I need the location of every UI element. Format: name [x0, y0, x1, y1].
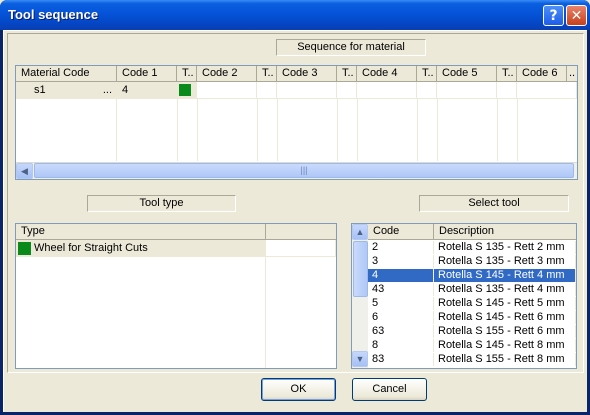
col-header-code-3[interactable]: Code 3 [277, 66, 337, 82]
col-header-type-empty [266, 224, 336, 240]
select-tool-label: Select tool [419, 195, 569, 212]
tool-type-cell[interactable]: Wheel for Straight Cuts [16, 240, 266, 257]
tool-row[interactable]: 4 Rotella S 145 - Rett 4 mm [368, 268, 576, 283]
tool-row[interactable]: 3 Rotella S 135 - Rett 3 mm [368, 255, 576, 268]
tool-row[interactable]: 6 Rotella S 145 - Rett 6 mm [368, 311, 576, 324]
col-header-code[interactable]: Code [368, 224, 434, 240]
tool-code-cell: 5 [368, 297, 434, 310]
cancel-button[interactable]: Cancel [352, 378, 427, 401]
tool-description-cell: Rotella S 145 - Rett 4 mm [433, 268, 576, 283]
tool-description-cell: Rotella S 155 - Rett 6 mm [434, 325, 576, 338]
code-6-cell[interactable] [517, 82, 577, 99]
scroll-up-icon[interactable]: ▲ [352, 224, 368, 240]
col-header-code-6[interactable]: Code 6 [517, 66, 567, 82]
tool-grid-vscrollbar[interactable]: ▲ ▼ [352, 224, 368, 368]
col-header-overflow: .. [567, 66, 577, 82]
tool-description-cell: Rotella S 135 - Rett 3 mm [434, 255, 576, 268]
tool-row[interactable]: 83 Rotella S 155 - Rett 8 mm [368, 353, 576, 366]
material-ellipsis[interactable]: ... [103, 82, 112, 98]
sequence-grid-hscrollbar[interactable]: ◀ ||| [16, 162, 577, 179]
type-5-cell[interactable] [497, 82, 517, 99]
tool-type-grid[interactable]: Type Wheel for Straight Cuts [15, 223, 337, 369]
type-1-cell[interactable] [177, 82, 197, 99]
tool-code-cell: 3 [368, 255, 434, 268]
tool-description-cell: Rotella S 145 - Rett 5 mm [434, 297, 576, 310]
col-header-code-2[interactable]: Code 2 [197, 66, 257, 82]
tool-row[interactable]: 63 Rotella S 155 - Rett 6 mm [368, 325, 576, 338]
tool-description-cell: Rotella S 135 - Rett 4 mm [434, 283, 576, 296]
scroll-left-icon[interactable]: ◀ [16, 163, 33, 179]
scroll-down-icon[interactable]: ▼ [352, 351, 368, 367]
close-button[interactable]: ✕ [566, 5, 587, 26]
tool-row[interactable]: 8 Rotella S 145 - Rett 8 mm [368, 339, 576, 352]
tool-grid-header: Code Description [368, 224, 576, 240]
dialog-window: Tool sequence ? ✕ Sequence for material … [0, 0, 590, 415]
tool-description-cell: Rotella S 135 - Rett 2 mm [434, 241, 576, 254]
tool-type-extra-cell [266, 240, 336, 257]
tool-type-color-swatch [179, 84, 191, 97]
tool-code-cell: 6 [368, 311, 434, 324]
tool-type-row[interactable]: Wheel for Straight Cuts [16, 240, 336, 257]
help-button[interactable]: ? [543, 5, 564, 26]
col-header-code-4[interactable]: Code 4 [357, 66, 417, 82]
code-2-cell[interactable] [197, 82, 257, 99]
col-header-type-2[interactable]: T.. [257, 66, 277, 82]
code-1-cell[interactable]: 4 [117, 82, 177, 99]
window-title: Tool sequence [8, 7, 99, 22]
code-3-cell[interactable] [277, 82, 337, 99]
tool-row[interactable]: 43 Rotella S 135 - Rett 4 mm [368, 283, 576, 296]
tool-code-cell: 4 [368, 269, 434, 282]
material-code-value: s1 [34, 84, 46, 96]
col-header-type-1[interactable]: T.. [177, 66, 197, 82]
grid-divider [265, 257, 266, 368]
sequence-row[interactable]: s1 ... 4 [16, 82, 577, 99]
tool-code-cell: 43 [368, 283, 434, 296]
code-4-cell[interactable] [357, 82, 417, 99]
vscroll-thumb[interactable] [353, 241, 368, 297]
title-bar[interactable]: Tool sequence ? ✕ [0, 0, 590, 30]
col-header-type[interactable]: Type [16, 224, 266, 240]
tool-code-cell: 83 [368, 353, 434, 366]
col-header-type-3[interactable]: T.. [337, 66, 357, 82]
tool-description-cell: Rotella S 155 - Rett 8 mm [434, 353, 576, 366]
sequence-grid-header: Material Code Code 1 T.. Code 2 T.. Code… [16, 66, 577, 82]
col-header-material-code[interactable]: Material Code [16, 66, 117, 82]
hscroll-thumb[interactable]: ||| [34, 163, 574, 178]
col-header-code-5[interactable]: Code 5 [437, 66, 497, 82]
sequence-grid-empty-area [16, 99, 577, 161]
tool-type-grid-header: Type [16, 224, 336, 240]
tool-code-cell: 63 [368, 325, 434, 338]
tool-row[interactable]: 2 Rotella S 135 - Rett 2 mm [368, 241, 576, 254]
material-code-cell[interactable]: s1 ... [16, 82, 117, 99]
type-3-cell[interactable] [337, 82, 357, 99]
tool-type-color-icon [18, 241, 31, 255]
tool-type-label: Tool type [87, 195, 236, 212]
col-header-type-5[interactable]: T.. [497, 66, 517, 82]
type-2-cell[interactable] [257, 82, 277, 99]
code-5-cell[interactable] [437, 82, 497, 99]
type-4-cell[interactable] [417, 82, 437, 99]
ok-button[interactable]: OK [261, 378, 336, 401]
tool-row[interactable]: 5 Rotella S 145 - Rett 5 mm [368, 297, 576, 310]
tool-code-cell: 8 [368, 339, 434, 352]
tool-description-cell: Rotella S 145 - Rett 6 mm [434, 311, 576, 324]
col-header-description[interactable]: Description [434, 224, 576, 240]
sequence-grid[interactable]: Material Code Code 1 T.. Code 2 T.. Code… [15, 65, 578, 180]
col-header-code-1[interactable]: Code 1 [117, 66, 177, 82]
sequence-for-material-label: Sequence for material [276, 39, 426, 56]
col-header-type-4[interactable]: T.. [417, 66, 437, 82]
tool-code-cell: 2 [368, 241, 434, 254]
tool-type-name: Wheel for Straight Cuts [34, 242, 148, 254]
select-tool-grid[interactable]: ▲ ▼ Code Description 2 Rotella S 135 - Re… [351, 223, 577, 369]
dialog-client-area: Sequence for material Material Code Code… [3, 30, 587, 412]
tool-description-cell: Rotella S 145 - Rett 8 mm [434, 339, 576, 352]
